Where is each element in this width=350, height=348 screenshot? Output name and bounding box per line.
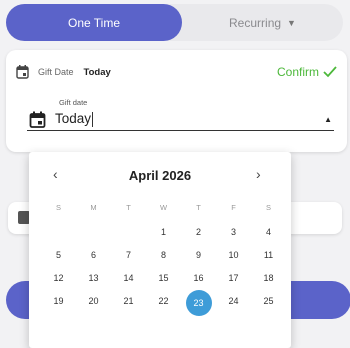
calendar-day[interactable]: 3 xyxy=(216,221,251,244)
gift-date-card: Gift Date Today Confirm Gift date Today … xyxy=(6,50,347,152)
calendar-day[interactable]: 13 xyxy=(76,267,111,290)
calendar-week-row: 19 20 21 22 23 24 25 xyxy=(41,290,286,316)
chevron-down-icon: ▼ xyxy=(287,17,296,28)
day-number: 18 xyxy=(263,273,274,283)
day-number: 2 xyxy=(195,227,201,237)
calendar-day[interactable]: 20 xyxy=(76,290,111,313)
check-icon xyxy=(323,66,337,78)
weekday-header-row: SMTWTFS xyxy=(41,200,286,214)
calendar-grid: S M T W T F S 1 2 3 4 5 6 7 8 9 10 11 12 13 14 15 16 17 18 19 20 21… xyxy=(41,203,286,316)
calendar-week-row: 1 2 3 4 xyxy=(41,221,286,244)
weekday-label: S xyxy=(55,202,61,212)
day-number: 10 xyxy=(228,250,239,260)
text-cursor xyxy=(92,111,94,127)
day-number: 5 xyxy=(55,250,61,260)
day-number: 22 xyxy=(158,296,169,306)
confirm-label: Confirm xyxy=(276,65,319,79)
day-number: 6 xyxy=(90,250,96,260)
frequency-toggle: One Time Recurring ▼ xyxy=(6,4,343,41)
dropdown-up-icon[interactable]: ▲ xyxy=(324,115,332,124)
calendar-empty-cell xyxy=(76,221,111,244)
recurring-label: Recurring xyxy=(229,15,282,30)
calendar-day[interactable]: 11 xyxy=(251,244,286,267)
calendar-day[interactable]: 17 xyxy=(216,267,251,290)
calendar-day[interactable]: 19 xyxy=(41,290,76,313)
calendar-day[interactable]: 4 xyxy=(251,221,286,244)
gift-date-field-value: Today xyxy=(55,111,92,127)
weekday-label: T xyxy=(126,202,131,212)
day-number: 15 xyxy=(158,273,169,283)
calendar-day[interactable]: 18 xyxy=(251,267,286,290)
day-number: 13 xyxy=(88,273,99,283)
gift-date-field[interactable]: Today ▲ xyxy=(27,108,334,131)
day-number: 3 xyxy=(230,227,236,237)
calendar-day[interactable]: 15 xyxy=(146,267,181,290)
calendar-day[interactable]: 16 xyxy=(181,267,216,290)
calendar-icon xyxy=(16,65,29,79)
calendar-day[interactable]: 22 xyxy=(146,290,181,313)
calendar-week-row: 5 6 7 8 9 10 11 xyxy=(41,244,286,267)
weekday-label: W xyxy=(159,202,168,212)
calendar-day[interactable]: 7 xyxy=(111,244,146,267)
day-number: 11 xyxy=(263,250,274,260)
calendar-day[interactable]: 25 xyxy=(251,290,286,313)
month-title: April 2026 xyxy=(128,168,192,183)
calendar-icon xyxy=(29,111,46,128)
calendar-day[interactable]: 5 xyxy=(41,244,76,267)
day-number: 17 xyxy=(228,273,239,283)
calendar-empty-cell xyxy=(111,221,146,244)
recurring-tab[interactable]: Recurring ▼ xyxy=(182,4,343,41)
calendar-day[interactable]: 21 xyxy=(111,290,146,313)
day-number: 1 xyxy=(160,227,166,237)
calendar-empty-cell xyxy=(41,221,76,244)
day-number: 16 xyxy=(193,273,204,283)
day-number: 4 xyxy=(265,227,271,237)
confirm-button[interactable]: Confirm xyxy=(277,65,337,79)
day-number: 8 xyxy=(160,250,166,260)
day-number: 24 xyxy=(228,296,239,306)
next-month-icon[interactable]: › xyxy=(256,166,261,182)
one-time-label: One Time xyxy=(67,15,121,30)
calendar-day[interactable]: 12 xyxy=(41,267,76,290)
calendar-day[interactable]: 10 xyxy=(216,244,251,267)
calendar-day-selected[interactable]: 23 xyxy=(181,290,216,316)
weekday-label: F xyxy=(231,202,236,212)
calendar-day[interactable]: 1 xyxy=(146,221,181,244)
calendar-day[interactable]: 8 xyxy=(146,244,181,267)
weekday-label: S xyxy=(265,202,271,212)
day-number: 7 xyxy=(125,250,131,260)
weekday-label: T xyxy=(196,202,201,212)
gift-date-field-label: Gift date xyxy=(59,98,88,107)
calendar-day[interactable]: 14 xyxy=(111,267,146,290)
day-number: 12 xyxy=(53,273,64,283)
day-number: 14 xyxy=(123,273,134,283)
day-number: 25 xyxy=(263,296,274,306)
day-number: 19 xyxy=(53,296,64,306)
calendar-nav: ‹ April 2026 › xyxy=(29,166,291,186)
gift-date-value: Today xyxy=(83,66,111,78)
calendar-day[interactable]: 24 xyxy=(216,290,251,313)
calendar-day[interactable]: 6 xyxy=(76,244,111,267)
weekday-label: M xyxy=(90,202,97,212)
gift-date-label: Gift Date xyxy=(38,67,74,77)
day-number: 23 xyxy=(185,290,212,316)
day-number: 9 xyxy=(195,250,201,260)
day-number: 21 xyxy=(123,296,134,306)
calendar-day[interactable]: 2 xyxy=(181,221,216,244)
calendar-day[interactable]: 9 xyxy=(181,244,216,267)
date-picker-popup: ‹ April 2026 › S M T W T F S 1 2 3 4 5 6 7 8 9 10 11 12 13 1… xyxy=(29,152,291,348)
calendar-week-row: 12 13 14 15 16 17 18 xyxy=(41,267,286,290)
gift-date-header: Gift Date Today Confirm xyxy=(16,62,337,82)
day-number: 20 xyxy=(88,296,99,306)
one-time-tab[interactable]: One Time xyxy=(6,4,182,41)
